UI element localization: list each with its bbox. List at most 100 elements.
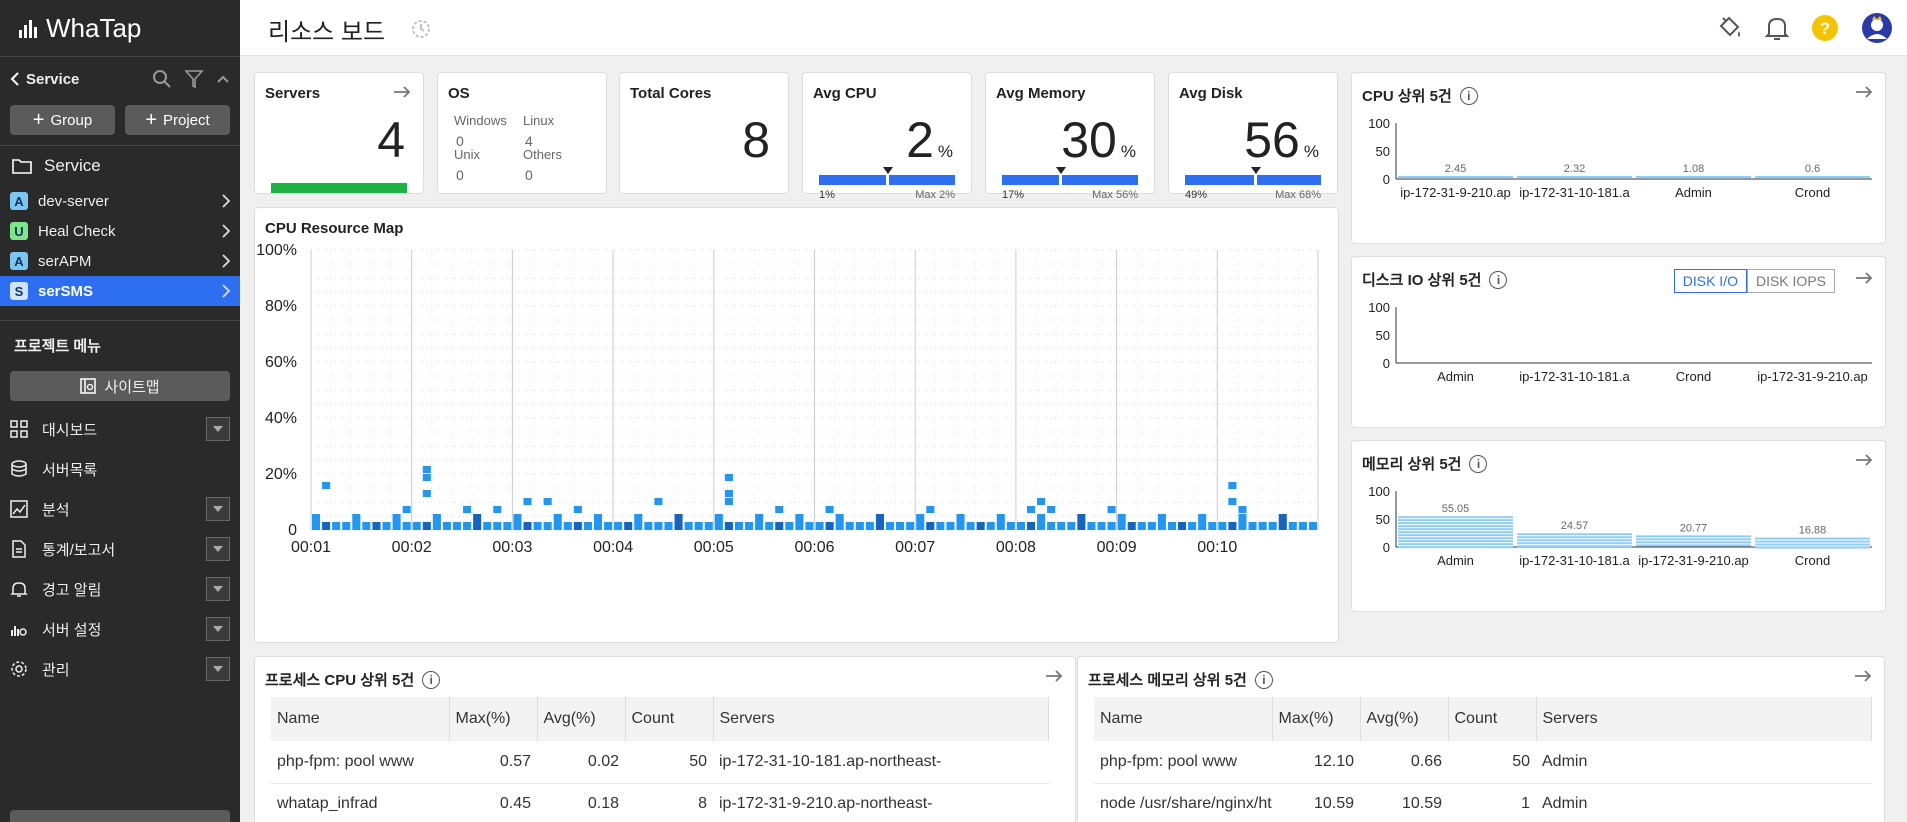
info-icon[interactable]: i [422,670,441,689]
cpu-cell[interactable] [875,514,884,530]
arrow-right-icon[interactable] [393,85,411,99]
table-row[interactable]: php-fpm: pool www 12.10 0.66 50 Admin [1094,741,1872,784]
cpu-cell[interactable] [1268,522,1277,530]
service-folder[interactable]: Service [0,146,240,186]
cpu-cell[interactable] [724,522,733,530]
cpu-cell[interactable] [442,522,451,530]
cpu-cell[interactable] [402,506,411,513]
cpu-cell[interactable] [734,522,744,530]
cpu-cell[interactable] [422,522,431,530]
bar[interactable] [1755,176,1870,178]
cpu-cell[interactable] [1298,522,1307,530]
cpu-cell[interactable] [593,514,603,530]
cpu-cell[interactable] [322,522,331,530]
cpu-cell[interactable] [1077,514,1086,530]
cpu-cell[interactable] [432,514,441,530]
cpu-cell[interactable] [1037,514,1046,530]
cpu-cell[interactable] [493,522,502,530]
cpu-cell[interactable] [1147,522,1156,530]
cpu-cell[interactable] [916,514,925,530]
cpu-cell[interactable] [825,522,834,530]
avg-disk-card[interactable]: Avg Disk 56% 49% Max 68% [1168,72,1338,199]
table-row[interactable]: node /usr/share/nginx/ht… 10.59 10.59 1 Admi… [1094,783,1872,822]
cpu-cell[interactable] [745,522,754,530]
column-header[interactable]: Avg(%) [1360,697,1449,741]
cpu-cell[interactable] [412,522,421,530]
column-header[interactable]: Max(%) [1272,697,1361,741]
cpu-cell[interactable] [775,506,784,513]
cpu-cell[interactable] [1107,506,1116,513]
cpu-cell[interactable] [523,522,532,530]
column-header[interactable]: Count [625,697,714,741]
sitemap-button[interactable]: 사이트맵 [10,371,230,401]
cpu-cell[interactable] [1188,522,1197,530]
cpu-cell[interactable] [644,522,653,530]
cpu-cell[interactable] [684,522,693,530]
cpu-cell[interactable] [845,522,854,530]
cpu-cell[interactable] [976,522,985,530]
cpu-cell[interactable] [332,522,341,530]
cpu-cell[interactable] [956,514,965,530]
cpu-cell[interactable] [906,522,915,530]
disk-iops-tab[interactable]: DISK IOPS [1746,269,1835,293]
chevron-down-icon[interactable] [206,497,230,521]
chevron-down-icon[interactable] [206,577,230,601]
cpu-cell[interactable] [1238,506,1247,513]
cpu-cell[interactable] [855,522,864,530]
cpu-cell[interactable] [1228,482,1237,489]
os-card[interactable]: OS Windows 0 Linux 4 Unix 0 Others 0 [437,72,607,194]
chevron-right-icon[interactable] [222,284,230,298]
bar[interactable] [1636,176,1751,178]
column-header[interactable]: Name [271,697,450,741]
cpu-cell[interactable] [1308,522,1317,530]
history-icon[interactable] [410,18,432,40]
cpu-cell[interactable] [724,490,733,497]
cpu-cell[interactable] [926,522,935,530]
avg-cpu-card[interactable]: Avg CPU 2% 1% Max 2% [802,72,972,199]
total-cores-card[interactable]: Total Cores 8 [619,72,789,194]
cpu-cell[interactable] [352,514,361,530]
cpu-cell[interactable] [755,514,764,530]
cpu-cell[interactable] [885,522,895,530]
cpu-cell[interactable] [342,522,351,530]
cpu-cell[interactable] [704,522,713,530]
cpu-cell[interactable] [543,522,552,530]
table-row[interactable]: php-fpm: pool www 0.57 0.02 50 ip-172-31-10-… [271,741,1049,784]
cpu-cell[interactable] [1157,514,1166,530]
menu-item[interactable]: 통계/보고서 [0,529,240,569]
cpu-cell[interactable] [513,514,522,530]
cpu-cell[interactable] [714,514,723,530]
cpu-cell[interactable] [583,522,592,530]
cpu-cell[interactable] [724,474,733,481]
cpu-cell[interactable] [1178,522,1187,530]
cpu-cell[interactable] [624,522,633,530]
cpu-cell[interactable] [1026,522,1036,530]
filter-icon[interactable] [184,69,204,89]
cpu-cell[interactable] [1278,514,1287,530]
cpu-cell[interactable] [322,482,331,489]
bar[interactable] [1755,537,1870,549]
bar[interactable] [1517,533,1632,548]
cpu-top5-chart[interactable]: 100 50 0 ip-172-31-9-210.ap 2.45 ip-172-31-10… [1352,113,1887,243]
cpu-cell[interactable] [966,522,975,530]
column-header[interactable]: Max(%) [449,697,538,741]
cpu-cell[interactable] [312,514,321,530]
cpu-cell[interactable] [1047,506,1056,513]
chevron-right-icon[interactable] [222,194,230,208]
cpu-cell[interactable] [473,514,482,530]
cpu-cell[interactable] [1026,506,1036,513]
cpu-cell[interactable] [1057,522,1066,530]
chevron-right-icon[interactable] [222,224,230,238]
service-label[interactable]: Service [26,71,79,88]
memory-top5-chart[interactable]: 100 50 0 Admin 55.05 ip-172-31-10-181.a 24.57 i… [1352,481,1887,611]
cpu-cell[interactable] [1067,522,1076,530]
cpu-cell[interactable] [573,522,582,530]
avatar[interactable] [1861,12,1893,44]
arrow-right-icon[interactable] [1855,453,1873,467]
cpu-cell[interactable] [422,490,431,497]
project-item[interactable]: U Heal Check [0,216,240,246]
chevron-down-icon[interactable] [206,417,230,441]
bell-icon[interactable] [1765,14,1789,42]
cpu-cell[interactable] [694,522,703,530]
cpu-cell[interactable] [1198,514,1207,530]
